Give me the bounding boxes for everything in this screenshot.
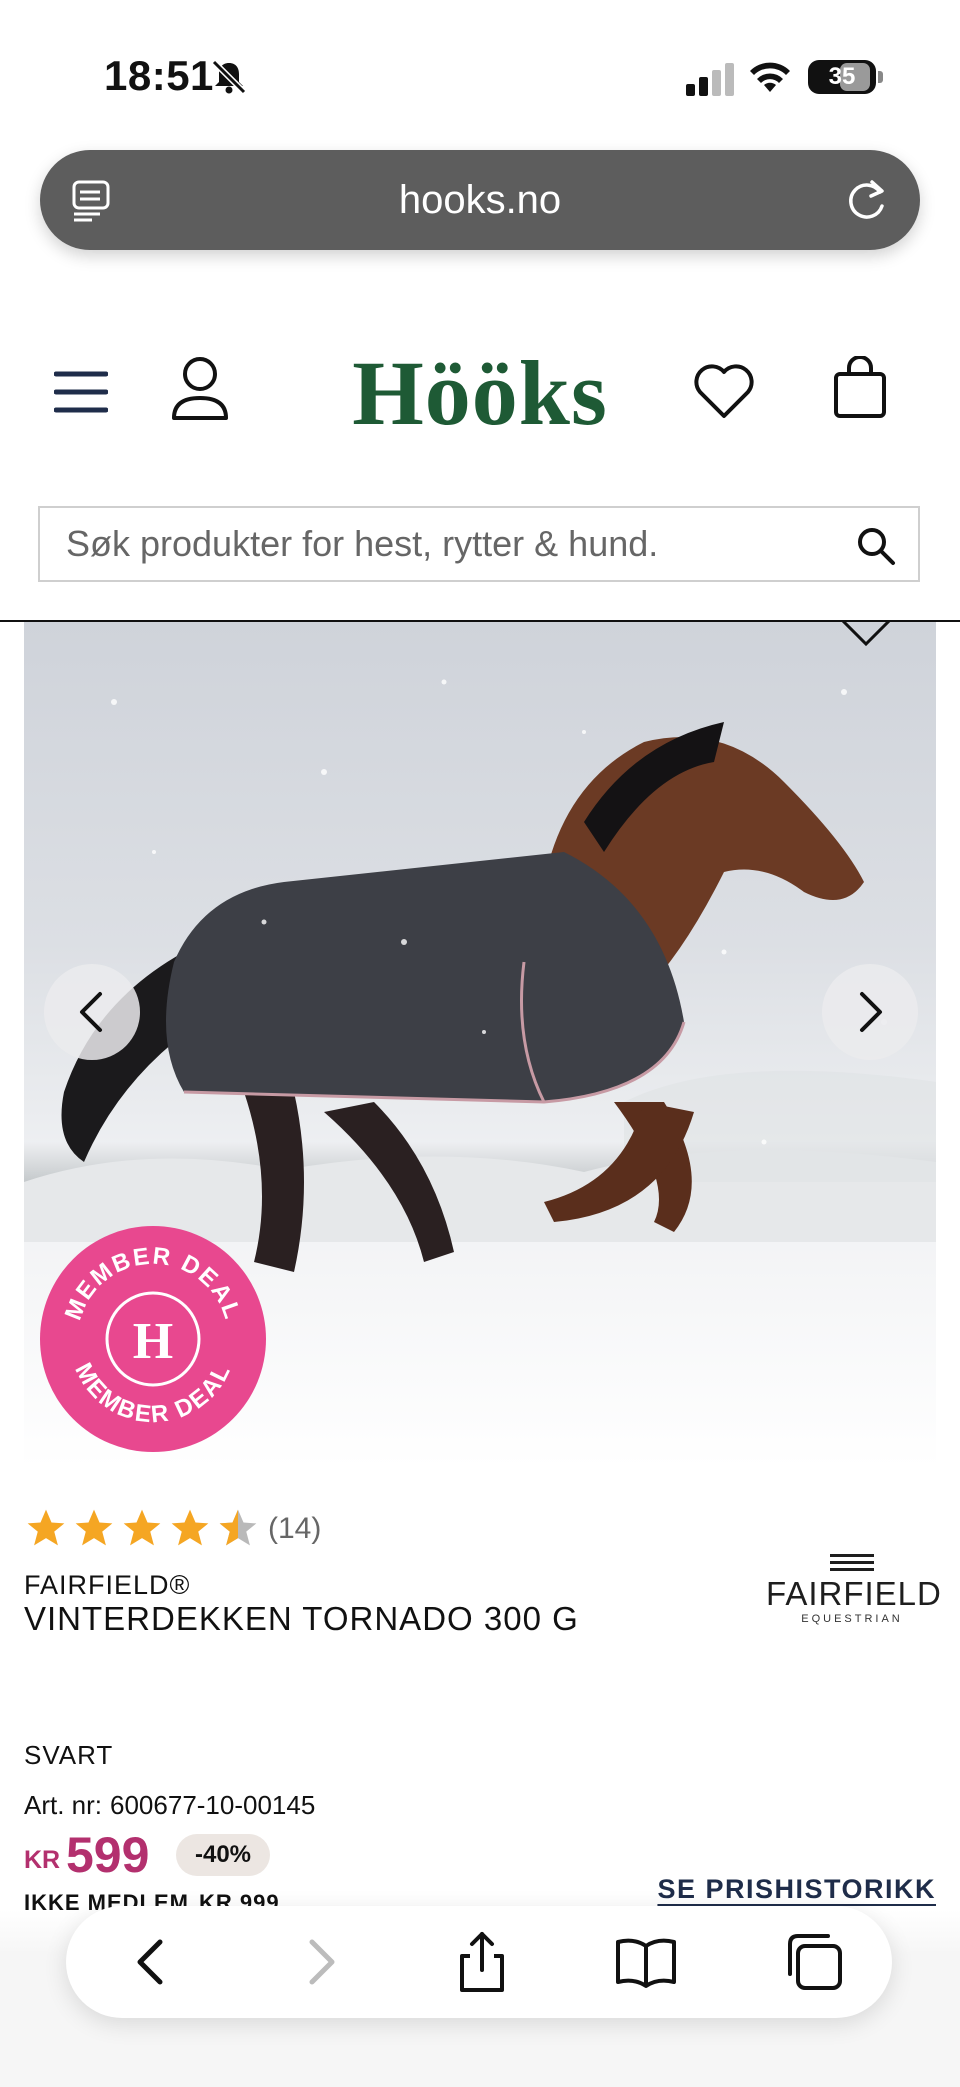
product-wishlist-icon[interactable]: [836, 622, 896, 650]
wishlist-heart-icon[interactable]: [692, 362, 756, 420]
next-image-button[interactable]: [822, 964, 918, 1060]
back-button[interactable]: [120, 1930, 184, 1994]
review-count[interactable]: (14): [268, 1512, 321, 1546]
status-bar: 18:51 35: [0, 0, 960, 150]
shopping-bag-icon[interactable]: [832, 356, 888, 420]
book-icon: [616, 1938, 676, 1988]
member-deal-badge: H MEMBER DEAL MEMBER DEAL: [40, 1226, 266, 1452]
bell-slash-icon: [211, 59, 247, 95]
previous-image-button[interactable]: [44, 964, 140, 1060]
chevron-right-icon: [860, 992, 882, 1032]
member-price-amount: 599: [66, 1827, 150, 1883]
star-full-icon: [171, 1509, 209, 1546]
forward-button[interactable]: [288, 1930, 352, 1994]
product-color: SVART: [24, 1740, 114, 1770]
chevron-right-icon: [309, 1939, 335, 1985]
status-time: 18:51: [104, 52, 214, 99]
bookmarks-button[interactable]: [614, 1930, 678, 1994]
browser-toolbar: [66, 1906, 892, 2018]
brand-logo[interactable]: FAIRFIELD EQUESTRIAN: [766, 1554, 941, 1625]
reload-icon[interactable]: [844, 176, 890, 224]
svg-text:H: H: [133, 1313, 173, 1370]
chevron-left-icon: [137, 1939, 163, 1985]
wifi-icon: [750, 62, 790, 92]
cellular-signal-icon: [686, 63, 734, 96]
tabs-icon: [788, 1934, 842, 1990]
site-header: Hööks: [0, 320, 960, 470]
price-currency: KR: [24, 1846, 61, 1874]
star-full-icon: [27, 1509, 65, 1546]
site-logo[interactable]: Hööks: [0, 340, 960, 446]
battery-indicator: 35: [808, 60, 876, 94]
url-text[interactable]: hooks.no: [40, 150, 920, 250]
chevron-left-icon: [80, 992, 102, 1032]
tabs-button[interactable]: [782, 1930, 846, 1994]
brand-logo-mark: [830, 1554, 874, 1571]
search-input[interactable]: Søk produkter for hest, rytter & hund.: [66, 508, 658, 580]
discount-badge: -40%: [176, 1834, 270, 1876]
share-icon: [460, 1932, 504, 1992]
star-full-icon: [123, 1509, 161, 1546]
price-history-link[interactable]: SE PRISHISTORIKK: [657, 1874, 936, 1905]
product-title: VINTERDEKKEN TORNADO 300 G: [24, 1600, 579, 1637]
article-number: Art. nr: 600677-10-00145: [24, 1790, 316, 1820]
search-icon[interactable]: [856, 526, 896, 566]
share-button[interactable]: [450, 1930, 514, 1994]
product-brand[interactable]: FAIRFIELD®: [24, 1570, 190, 1601]
star-half-icon: [219, 1509, 257, 1546]
address-bar[interactable]: hooks.no: [40, 150, 920, 250]
star-full-icon: [75, 1509, 113, 1546]
search-bar[interactable]: Søk produkter for hest, rytter & hund.: [38, 506, 920, 582]
